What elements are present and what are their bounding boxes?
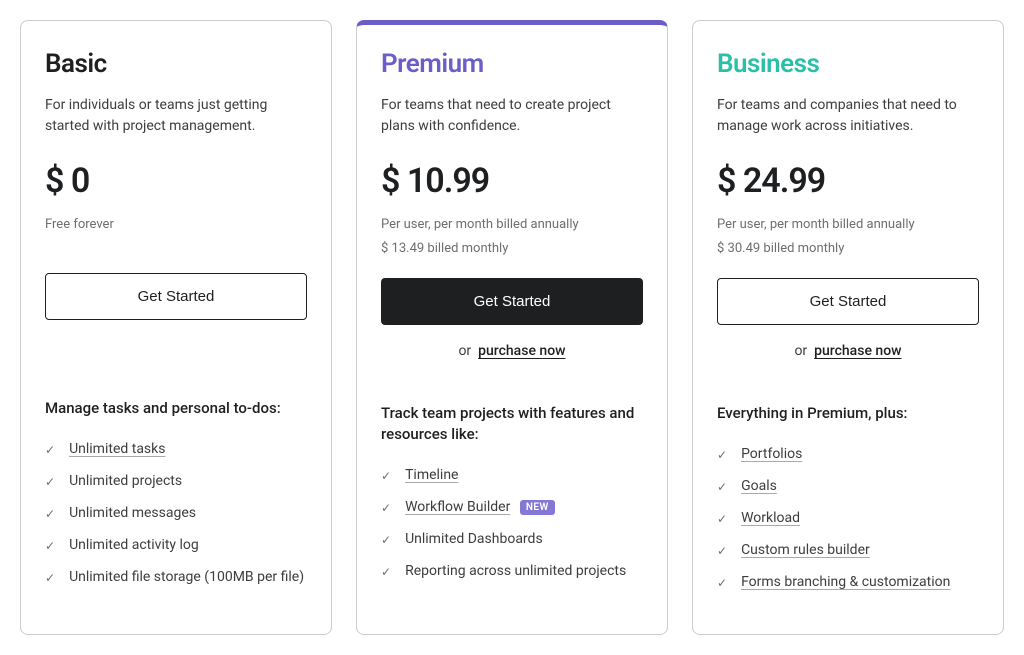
feature-text[interactable]: Timeline — [405, 467, 458, 483]
features-heading: Manage tasks and personal to-dos: — [45, 398, 307, 419]
feature-text[interactable]: Workflow Builder — [405, 499, 510, 515]
plan-desc: For teams that need to create project pl… — [381, 95, 643, 137]
feature-text[interactable]: Unlimited tasks — [69, 441, 165, 457]
price-note-block: Free forever — [45, 215, 307, 253]
pricing-grid: Basic For individuals or teams just gett… — [20, 20, 1004, 635]
features-list: ✓ Unlimited tasks ✓ Unlimited projects ✓… — [45, 441, 307, 585]
feature-text: Unlimited Dashboards — [405, 531, 543, 547]
price-note: Per user, per month billed annually — [717, 215, 979, 235]
feature-item: ✓ Unlimited tasks — [45, 441, 307, 457]
plan-title: Premium — [381, 49, 643, 79]
feature-item: ✓ Timeline — [381, 467, 643, 483]
pricing-card-premium: Premium For teams that need to create pr… — [356, 20, 668, 635]
feature-item: ✓ Forms branching & customization — [717, 574, 979, 590]
feature-item: ✓ Unlimited messages — [45, 505, 307, 521]
feature-item: ✓ Unlimited projects — [45, 473, 307, 489]
price-note: $ 13.49 billed monthly — [381, 239, 643, 259]
pricing-card-business: Business For teams and companies that ne… — [692, 20, 1004, 635]
purchase-now-link[interactable]: purchase now — [814, 343, 901, 359]
feature-item: ✓ Portfolios — [717, 446, 979, 462]
feature-text: Unlimited activity log — [69, 537, 199, 553]
new-badge: NEW — [520, 500, 555, 515]
plan-desc: For individuals or teams just getting st… — [45, 95, 307, 137]
feature-item: ✓ Reporting across unlimited projects — [381, 563, 643, 579]
feature-text[interactable]: Workload — [741, 510, 800, 526]
feature-text: Reporting across unlimited projects — [405, 563, 626, 579]
feature-item: ✓ Workload — [717, 510, 979, 526]
feature-text[interactable]: Portfolios — [741, 446, 802, 462]
plan-price: $ 10.99 — [381, 161, 643, 201]
features-list: ✓ Portfolios ✓ Goals ✓ Workload ✓ Custom… — [717, 446, 979, 590]
features-list: ✓ Timeline ✓ Workflow Builder NEW ✓ Unli… — [381, 467, 643, 579]
check-icon: ✓ — [381, 469, 391, 483]
check-icon: ✓ — [45, 571, 55, 585]
plan-title: Basic — [45, 49, 307, 79]
purchase-or: or — [458, 343, 471, 359]
purchase-or: or — [794, 343, 807, 359]
get-started-button[interactable]: Get Started — [381, 278, 643, 325]
get-started-button[interactable]: Get Started — [717, 278, 979, 325]
check-icon: ✓ — [45, 475, 55, 489]
check-icon: ✓ — [717, 512, 727, 526]
feature-item: ✓ Unlimited Dashboards — [381, 531, 643, 547]
plan-title: Business — [717, 49, 979, 79]
purchase-now-link[interactable]: purchase now — [478, 343, 565, 359]
purchase-row: or purchase now — [381, 343, 643, 363]
plan-price: $ 0 — [45, 161, 307, 201]
check-icon: ✓ — [45, 443, 55, 457]
check-icon: ✓ — [717, 576, 727, 590]
plan-price: $ 24.99 — [717, 161, 979, 201]
feature-item: ✓ Unlimited file storage (100MB per file… — [45, 569, 307, 585]
spacer — [45, 338, 307, 398]
check-icon: ✓ — [381, 565, 391, 579]
feature-item: ✓ Workflow Builder NEW — [381, 499, 643, 515]
check-icon: ✓ — [381, 501, 391, 515]
plan-desc: For teams and companies that need to man… — [717, 95, 979, 137]
feature-item: ✓ Unlimited activity log — [45, 537, 307, 553]
check-icon: ✓ — [381, 533, 391, 547]
check-icon: ✓ — [45, 507, 55, 521]
features-heading: Everything in Premium, plus: — [717, 403, 979, 424]
price-note-block: Per user, per month billed annually $ 13… — [381, 215, 643, 258]
feature-text: Unlimited messages — [69, 505, 196, 521]
feature-text[interactable]: Forms branching & customization — [741, 574, 950, 590]
pricing-card-basic: Basic For individuals or teams just gett… — [20, 20, 332, 635]
check-icon: ✓ — [45, 539, 55, 553]
price-note: $ 30.49 billed monthly — [717, 239, 979, 259]
get-started-button[interactable]: Get Started — [45, 273, 307, 320]
feature-text: Unlimited projects — [69, 473, 182, 489]
price-note: Free forever — [45, 215, 307, 235]
price-note-block: Per user, per month billed annually $ 30… — [717, 215, 979, 258]
purchase-row: or purchase now — [717, 343, 979, 363]
feature-item: ✓ Goals — [717, 478, 979, 494]
feature-text: Unlimited file storage (100MB per file) — [69, 569, 304, 585]
check-icon: ✓ — [717, 480, 727, 494]
check-icon: ✓ — [717, 448, 727, 462]
feature-text[interactable]: Goals — [741, 478, 777, 494]
feature-item: ✓ Custom rules builder — [717, 542, 979, 558]
check-icon: ✓ — [717, 544, 727, 558]
features-heading: Track team projects with features and re… — [381, 403, 643, 445]
price-note: Per user, per month billed annually — [381, 215, 643, 235]
feature-text[interactable]: Custom rules builder — [741, 542, 870, 558]
